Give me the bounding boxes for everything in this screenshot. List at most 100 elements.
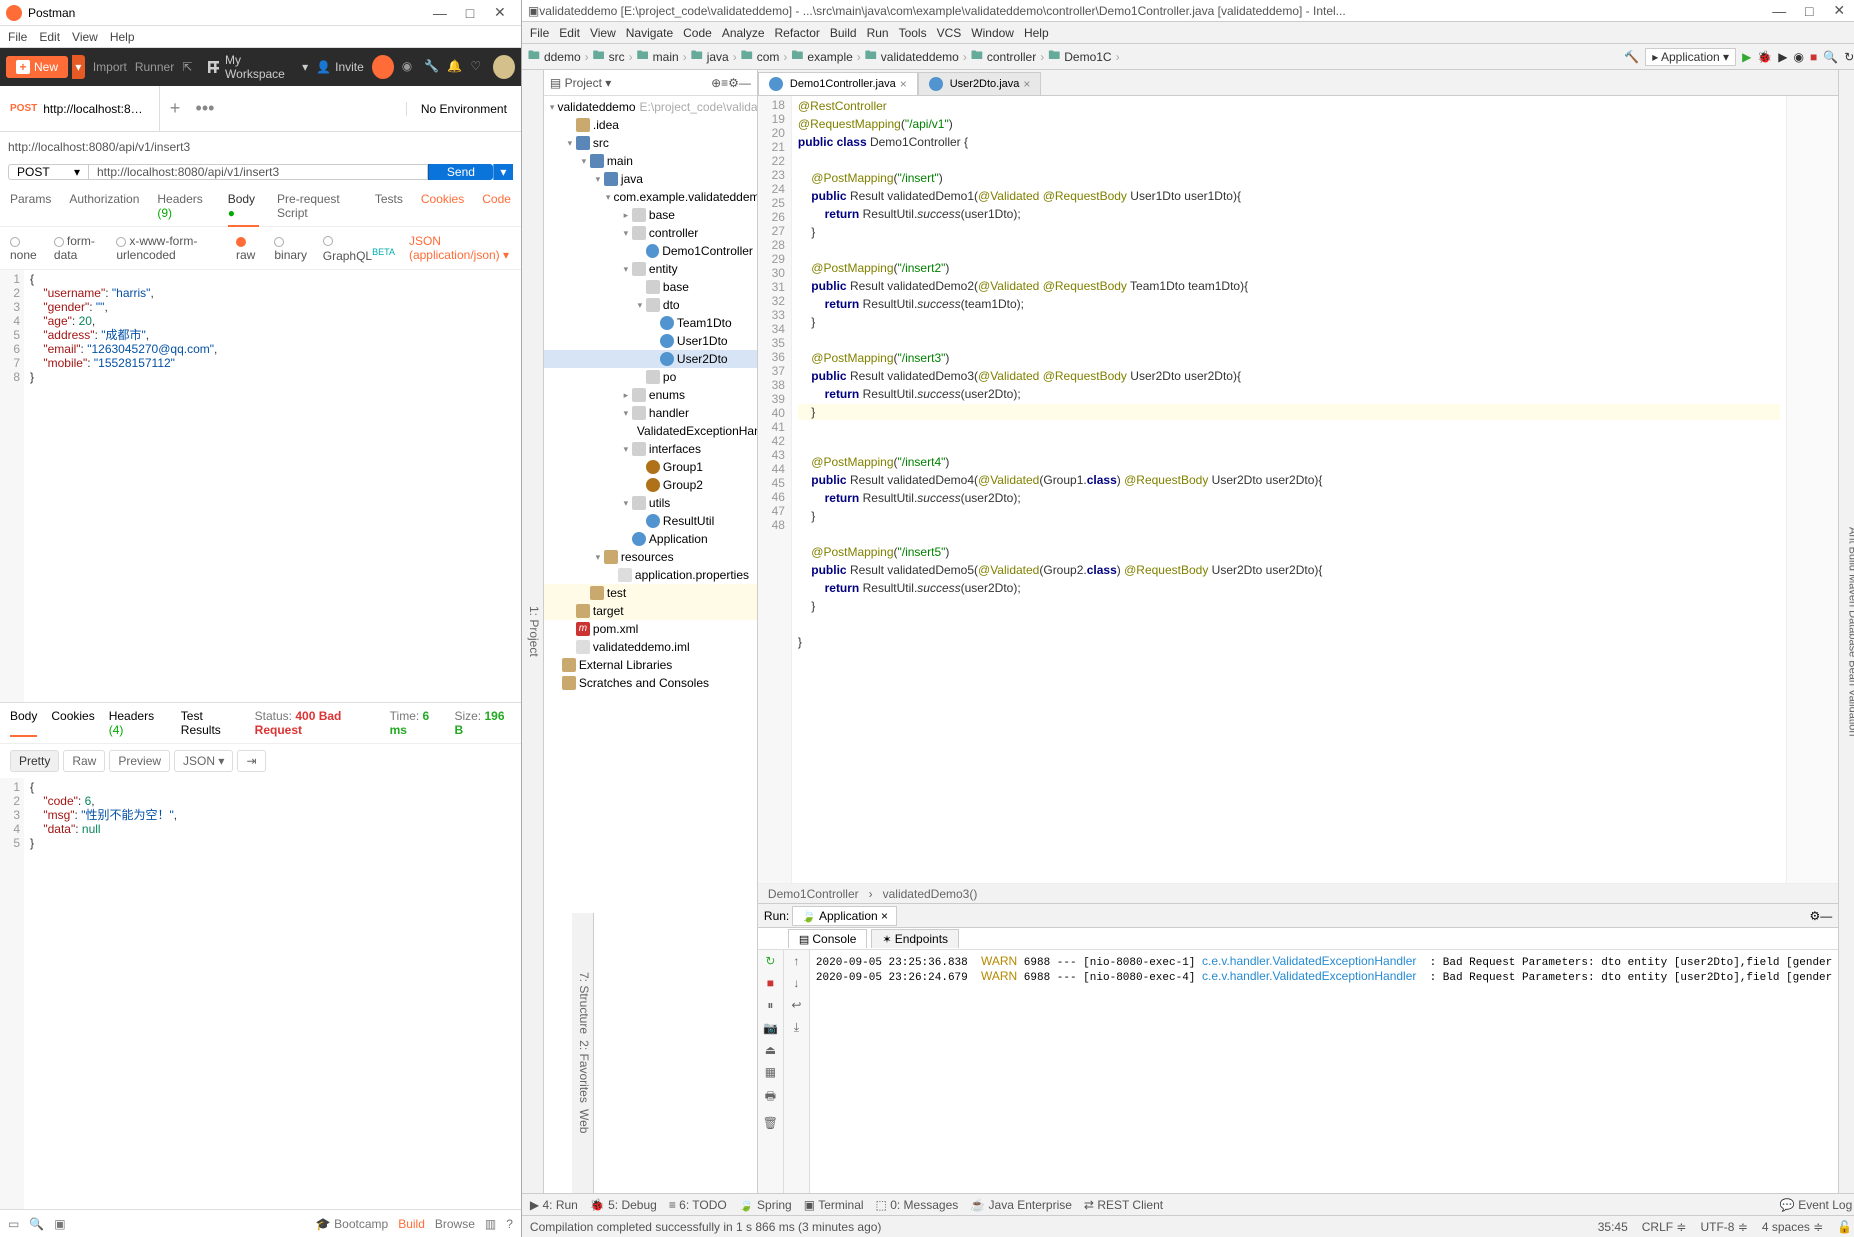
code-editor[interactable]: 1819202122232425262728293031323334353637… — [758, 96, 1838, 883]
tree-node[interactable]: application.properties — [544, 566, 757, 584]
breadcrumb-item[interactable]: com — [757, 50, 780, 64]
tw-todo[interactable]: ≡ 6: TODO — [669, 1198, 727, 1212]
tab-menu-button[interactable]: ••• — [190, 98, 220, 119]
menu-analyze[interactable]: Analyze — [722, 26, 765, 40]
close-button[interactable]: ✕ — [485, 4, 515, 21]
run-config-selector[interactable]: ▸ Application ▾ — [1645, 48, 1736, 66]
add-tab-button[interactable]: + — [160, 98, 190, 119]
tree-node[interactable]: po — [544, 368, 757, 386]
tree-node[interactable]: ▾utils — [544, 494, 757, 512]
minimap[interactable] — [1786, 96, 1838, 883]
source-code[interactable]: @RestController @RequestMapping("/api/v1… — [792, 96, 1786, 883]
breadcrumb-item[interactable]: src — [609, 50, 625, 64]
tree-node[interactable]: User1Dto — [544, 332, 757, 350]
resp-headers-tab[interactable]: Headers (4) — [109, 709, 167, 737]
resp-body-tab[interactable]: Body — [10, 709, 37, 737]
left-toolwindow-bar[interactable]: 1: Project — [522, 70, 544, 1193]
radio-binary[interactable]: binary — [274, 234, 308, 262]
menu-vcs[interactable]: VCS — [937, 26, 962, 40]
console-tab[interactable]: ▤ Console — [788, 929, 867, 948]
radio-graphql[interactable]: GraphQLBETA — [323, 233, 395, 263]
update-icon[interactable]: ↻ — [1844, 50, 1854, 64]
tree-node[interactable]: Scratches and Consoles — [544, 674, 757, 692]
line-sep[interactable]: CRLF ≑ — [1642, 1220, 1687, 1234]
heart-icon[interactable]: ♡ — [470, 59, 485, 75]
panes-icon[interactable]: ▥ — [485, 1217, 496, 1231]
find-icon[interactable]: 🔍 — [29, 1217, 44, 1231]
console-output[interactable]: 2020-09-05 23:25:36.838 WARN 6988 --- [n… — [810, 950, 1838, 1193]
url-input[interactable]: http://localhost:8080/api/v1/insert3 — [88, 164, 428, 180]
send-dropdown[interactable]: ▾ — [493, 164, 513, 180]
help-icon[interactable]: ? — [506, 1217, 513, 1231]
gear-icon[interactable]: ⚙ — [1809, 909, 1820, 923]
new-button[interactable]: +New — [6, 56, 68, 78]
tree-node[interactable]: ResultUtil — [544, 512, 757, 530]
run-icon[interactable]: ▶ — [1742, 50, 1751, 64]
exit-icon[interactable]: ⏏ — [765, 1043, 776, 1057]
scroll-from-source-icon[interactable]: ⊕ — [711, 76, 721, 90]
preview-button[interactable]: Preview — [109, 750, 170, 772]
encoding[interactable]: UTF-8 ≑ — [1700, 1220, 1747, 1234]
radio-form-data[interactable]: form-data — [54, 234, 102, 262]
tree-node[interactable]: Team1Dto — [544, 314, 757, 332]
breadcrumb-item[interactable]: example — [807, 50, 852, 64]
build-icon[interactable]: 🔨 — [1624, 50, 1639, 64]
left-bottom-toolbar[interactable]: 7: Structure 2: Favorites Web — [572, 913, 594, 1193]
search-icon[interactable]: 🔍 — [1823, 50, 1838, 64]
rerun-icon[interactable]: ↻ — [765, 954, 775, 968]
tree-node[interactable]: User2Dto — [544, 350, 757, 368]
tree-node[interactable]: ▾resources — [544, 548, 757, 566]
tw-eventlog[interactable]: 💬 Event Log — [1780, 1198, 1852, 1212]
menu-build[interactable]: Build — [830, 26, 857, 40]
tree-node[interactable]: Group2 — [544, 476, 757, 494]
tw-messages[interactable]: ⬚ 0: Messages — [876, 1198, 959, 1212]
minimize-button[interactable]: — — [1764, 3, 1794, 19]
raw-button[interactable]: Raw — [63, 750, 105, 772]
menu-file[interactable]: File — [530, 26, 549, 40]
tab-headers[interactable]: Headers (9) — [157, 192, 209, 220]
code-link[interactable]: Code — [482, 192, 511, 220]
menu-help[interactable]: Help — [110, 30, 135, 44]
import-button[interactable]: Import — [93, 60, 127, 74]
tree-node[interactable]: ▾handler — [544, 404, 757, 422]
breadcrumb-item[interactable]: Demo1C — [1064, 50, 1111, 64]
tree-node[interactable]: Demo1Controller — [544, 242, 757, 260]
build-link[interactable]: Build — [398, 1217, 425, 1231]
editor-tab[interactable]: User2Dto.java× — [918, 72, 1042, 95]
tree-node[interactable]: ▾com.example.validateddemo — [544, 188, 757, 206]
bc-class[interactable]: Demo1Controller — [768, 887, 859, 901]
maximize-button[interactable]: □ — [1794, 3, 1824, 19]
tw-rest[interactable]: ⇄ REST Client — [1084, 1198, 1163, 1212]
cookies-link[interactable]: Cookies — [421, 192, 464, 220]
menu-edit[interactable]: Edit — [559, 26, 580, 40]
breadcrumb-item[interactable]: controller — [987, 50, 1036, 64]
tree-node[interactable]: test — [544, 584, 757, 602]
tw-debug[interactable]: 🐞 5: Debug — [590, 1198, 657, 1212]
radio-urlencoded[interactable]: x-www-form-urlencoded — [116, 234, 222, 262]
tree-node[interactable]: ▾interfaces — [544, 440, 757, 458]
menu-refactor[interactable]: Refactor — [775, 26, 820, 40]
tab-authorization[interactable]: Authorization — [69, 192, 139, 220]
menu-window[interactable]: Window — [971, 26, 1014, 40]
endpoints-tab[interactable]: ✶ Endpoints — [871, 929, 959, 948]
capture-icon[interactable]: ◉ — [402, 59, 417, 75]
indent[interactable]: 4 spaces ≑ — [1762, 1220, 1823, 1234]
menu-run[interactable]: Run — [867, 26, 889, 40]
menu-tools[interactable]: Tools — [899, 26, 927, 40]
tw-javaee[interactable]: ☕ Java Enterprise — [970, 1198, 1072, 1212]
tree-node[interactable]: Group1 — [544, 458, 757, 476]
open-external-icon[interactable]: ⇱ — [182, 60, 192, 74]
sidebar-toggle-icon[interactable]: ▭ — [8, 1217, 19, 1231]
caret-pos[interactable]: 35:45 — [1598, 1220, 1628, 1234]
console-icon[interactable]: ▣ — [54, 1217, 65, 1231]
coverage-icon[interactable]: ▶ — [1778, 50, 1787, 64]
pretty-button[interactable]: Pretty — [10, 750, 59, 772]
hide-icon[interactable]: — — [739, 76, 751, 90]
tree-node[interactable]: ▾controller — [544, 224, 757, 242]
menu-view[interactable]: View — [590, 26, 616, 40]
tw-spring[interactable]: 🍃 Spring — [739, 1198, 792, 1212]
minimize-icon[interactable]: — — [1820, 909, 1832, 923]
runner-button[interactable]: Runner — [135, 60, 174, 74]
close-icon[interactable]: × — [1023, 77, 1030, 91]
request-tab[interactable]: POST http://localhost:8080/api/v1/in... — [0, 86, 160, 131]
